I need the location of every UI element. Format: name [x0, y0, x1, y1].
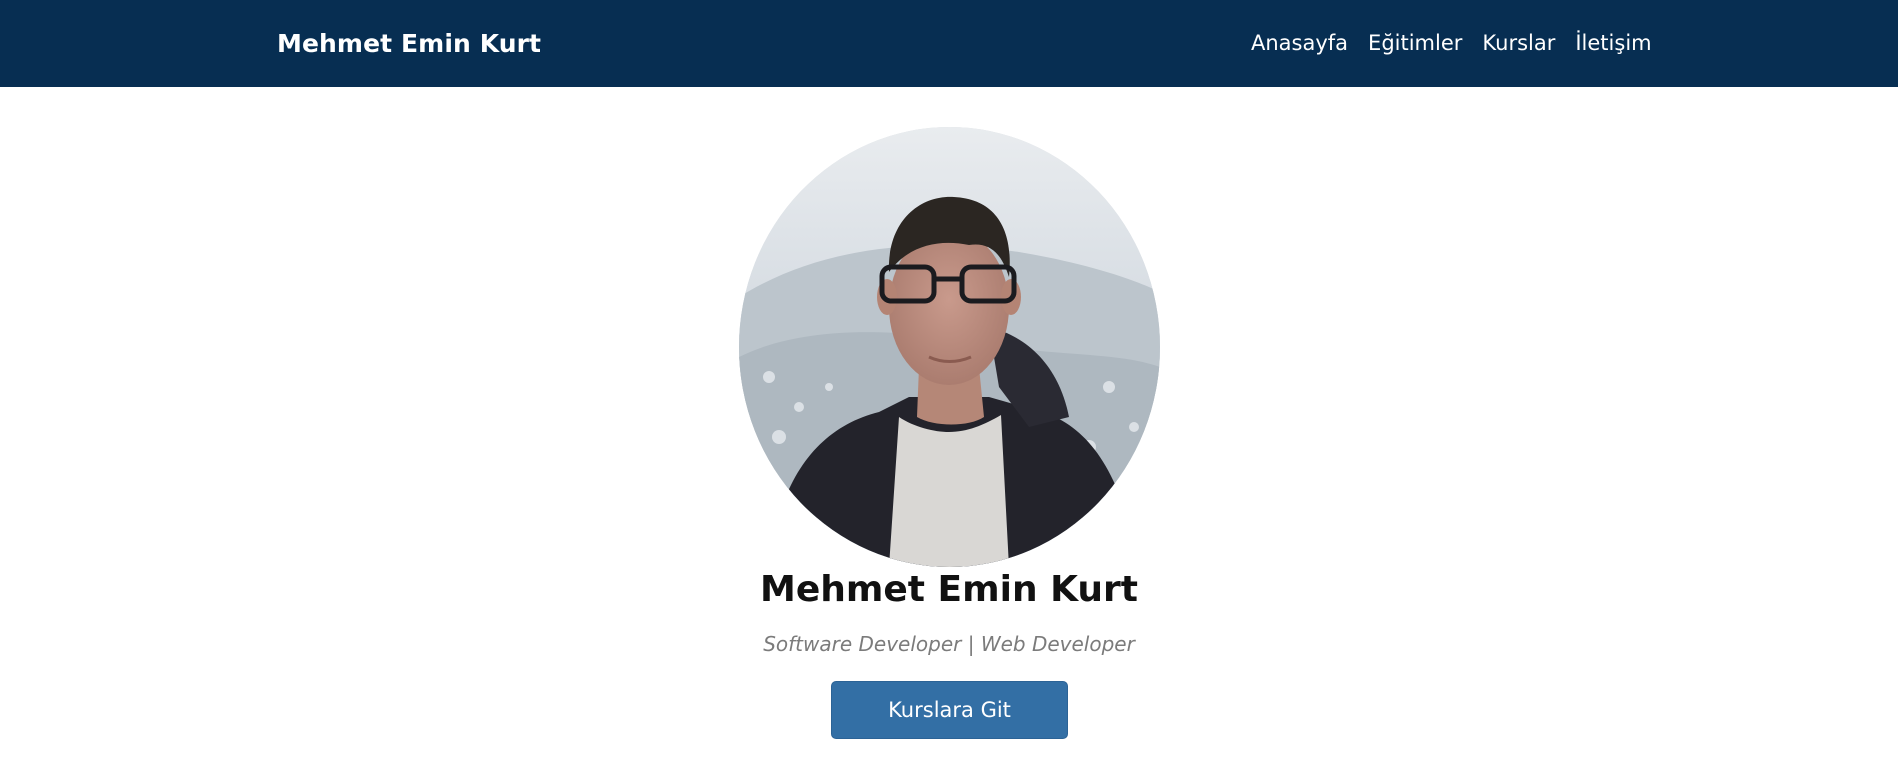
hero-section: Mehmet Emin Kurt Software Developer | We… — [0, 87, 1898, 777]
nav-link-egitimler[interactable]: Eğitimler — [1368, 28, 1462, 58]
nav-links: Anasayfa Eğitimler Kurslar İletişim — [1251, 28, 1652, 58]
profile-name: Mehmet Emin Kurt — [760, 569, 1138, 610]
profile-subtitle: Software Developer | Web Developer — [763, 632, 1135, 656]
nav-link-anasayfa[interactable]: Anasayfa — [1251, 28, 1348, 58]
profile-photo — [739, 127, 1160, 567]
brand-link[interactable]: Mehmet Emin Kurt — [277, 27, 541, 61]
go-to-courses-button[interactable]: Kurslara Git — [831, 681, 1068, 739]
nav-link-iletisim[interactable]: İletişim — [1575, 28, 1651, 58]
top-navbar: Mehmet Emin Kurt Anasayfa Eğitimler Kurs… — [0, 0, 1898, 87]
nav-link-kurslar[interactable]: Kurslar — [1482, 28, 1555, 58]
profile-photo-illustration — [739, 127, 1160, 567]
